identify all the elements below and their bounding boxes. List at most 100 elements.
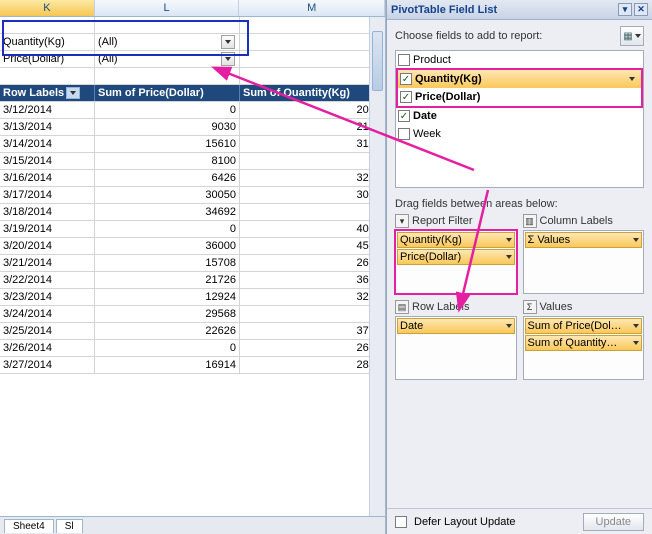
close-icon[interactable]: ✕	[634, 3, 648, 16]
field-name: Quantity(Kg)	[415, 73, 625, 85]
date-cell: 3/20/2014	[0, 238, 95, 254]
column-labels-box[interactable]: Σ Values	[523, 230, 645, 294]
price-cell: 0	[95, 221, 240, 237]
date-cell: 3/25/2014	[0, 323, 95, 339]
spreadsheet: K L M Quantity(Kg) (All) Price(Dollar) (…	[0, 0, 386, 534]
filter-value[interactable]: (All)	[95, 34, 240, 50]
field-chip[interactable]: Quantity(Kg)	[397, 232, 515, 248]
pane-title-text: PivotTable Field List	[391, 4, 497, 16]
layout-options-button[interactable]	[620, 26, 644, 46]
qty-cell: 3771	[240, 323, 385, 339]
col-header-m[interactable]: M	[239, 0, 385, 16]
chevron-down-icon[interactable]	[506, 324, 512, 328]
table-row[interactable]: 3/23/2014 12924 3231	[0, 289, 385, 306]
grid-body[interactable]: Quantity(Kg) (All) Price(Dollar) (All) R…	[0, 17, 385, 374]
dropdown-icon[interactable]: ▾	[618, 3, 632, 16]
table-row[interactable]: 3/17/2014 30050 3005	[0, 187, 385, 204]
table-row[interactable]: 3/12/2014 0 2000	[0, 102, 385, 119]
pivot-header-rowlabels[interactable]: Row Labels	[0, 85, 95, 101]
field-item-product[interactable]: Product	[396, 51, 643, 69]
vertical-scrollbar[interactable]	[369, 17, 385, 516]
table-row[interactable]: 3/20/2014 36000 4500	[0, 238, 385, 255]
defer-label: Defer Layout Update	[414, 516, 516, 528]
qty-cell: 2819	[240, 357, 385, 373]
qty-cell: 0	[240, 153, 385, 169]
chevron-down-icon[interactable]	[66, 87, 80, 99]
sheet-tab[interactable]: Sl	[56, 519, 83, 533]
field-chip[interactable]: Σ Values	[525, 232, 643, 248]
scrollbar-thumb[interactable]	[372, 31, 383, 91]
table-row[interactable]: 3/19/2014 0 4021	[0, 221, 385, 238]
table-row[interactable]: 3/26/2014 0 2657	[0, 340, 385, 357]
defer-checkbox[interactable]	[395, 516, 407, 528]
price-cell: 21726	[95, 272, 240, 288]
field-chip[interactable]: Sum of Quantity…	[525, 335, 643, 351]
qty-cell: 3213	[240, 170, 385, 186]
table-row[interactable]: 3/21/2014 15708 2618	[0, 255, 385, 272]
row-labels-box[interactable]: Date	[395, 316, 517, 380]
chevron-down-icon[interactable]	[633, 324, 639, 328]
field-item-quantitykg[interactable]: ✓ Quantity(Kg)	[398, 70, 641, 88]
table-row[interactable]: 3/24/2014 29568 0	[0, 306, 385, 323]
filter-label: Quantity(Kg)	[0, 34, 95, 50]
chip-label: Quantity(Kg)	[400, 234, 506, 246]
date-cell: 3/17/2014	[0, 187, 95, 203]
report-filter-box[interactable]: Quantity(Kg) Price(Dollar)	[395, 230, 517, 294]
pane-footer: Defer Layout Update Update	[387, 508, 652, 534]
price-cell: 36000	[95, 238, 240, 254]
field-chip[interactable]: Date	[397, 318, 515, 334]
table-row[interactable]: 3/16/2014 6426 3213	[0, 170, 385, 187]
area-title: Report Filter	[412, 215, 473, 227]
date-cell: 3/22/2014	[0, 272, 95, 288]
table-row[interactable]: 3/18/2014 34692 0	[0, 204, 385, 221]
checkbox[interactable]: ✓	[398, 110, 410, 122]
col-header-l[interactable]: L	[95, 0, 240, 16]
qty-cell: 2618	[240, 255, 385, 271]
col-header-k[interactable]: K	[0, 0, 95, 16]
checkbox[interactable]	[398, 54, 410, 66]
qty-cell: 2657	[240, 340, 385, 356]
price-cell: 6426	[95, 170, 240, 186]
values-box[interactable]: Sum of Price(Dol… Sum of Quantity…	[523, 316, 645, 380]
date-cell: 3/21/2014	[0, 255, 95, 271]
field-item-pricedollar[interactable]: ✓ Price(Dollar)	[398, 88, 641, 106]
chevron-down-icon[interactable]	[633, 341, 639, 345]
table-row[interactable]: 3/22/2014 21726 3621	[0, 272, 385, 289]
price-cell: 15610	[95, 136, 240, 152]
date-cell: 3/27/2014	[0, 357, 95, 373]
area-title: Row Labels	[412, 301, 469, 313]
chevron-down-icon[interactable]	[506, 255, 512, 259]
update-button[interactable]: Update	[583, 513, 644, 531]
table-row[interactable]: 3/14/2014 15610 3122	[0, 136, 385, 153]
sheet-tab[interactable]: Sheet4	[4, 519, 54, 533]
filter-label: Price(Dollar)	[0, 51, 95, 67]
table-row[interactable]: 3/13/2014 9030 2150	[0, 119, 385, 136]
chevron-down-icon[interactable]	[625, 73, 639, 85]
rows-icon: ▤	[395, 300, 409, 314]
field-chip[interactable]: Price(Dollar)	[397, 249, 515, 265]
qty-cell: 3005	[240, 187, 385, 203]
columns-icon: ▥	[523, 214, 537, 228]
qty-cell: 2000	[240, 102, 385, 118]
choose-fields-section: Choose fields to add to report: Product …	[387, 20, 652, 192]
table-row[interactable]: 3/25/2014 22626 3771	[0, 323, 385, 340]
field-list[interactable]: Product ✓ Quantity(Kg) ✓ Price(Dollar) ✓…	[395, 50, 644, 188]
field-chip[interactable]: Sum of Price(Dol…	[525, 318, 643, 334]
chevron-down-icon[interactable]	[221, 35, 235, 49]
chevron-down-icon[interactable]	[633, 238, 639, 242]
checkbox[interactable]	[398, 128, 410, 140]
price-cell: 22626	[95, 323, 240, 339]
price-cell: 9030	[95, 119, 240, 135]
table-row[interactable]: 3/27/2014 16914 2819	[0, 357, 385, 374]
filter-value[interactable]: (All)	[95, 51, 240, 67]
table-row[interactable]: 3/15/2014 8100 0	[0, 153, 385, 170]
field-item-date[interactable]: ✓ Date	[396, 107, 643, 125]
field-name: Week	[413, 128, 641, 140]
checkbox[interactable]: ✓	[400, 91, 412, 103]
chevron-down-icon[interactable]	[506, 238, 512, 242]
price-cell: 30050	[95, 187, 240, 203]
field-item-week[interactable]: Week	[396, 125, 643, 143]
price-cell: 12924	[95, 289, 240, 305]
chevron-down-icon[interactable]	[221, 52, 235, 66]
checkbox[interactable]: ✓	[400, 73, 412, 85]
